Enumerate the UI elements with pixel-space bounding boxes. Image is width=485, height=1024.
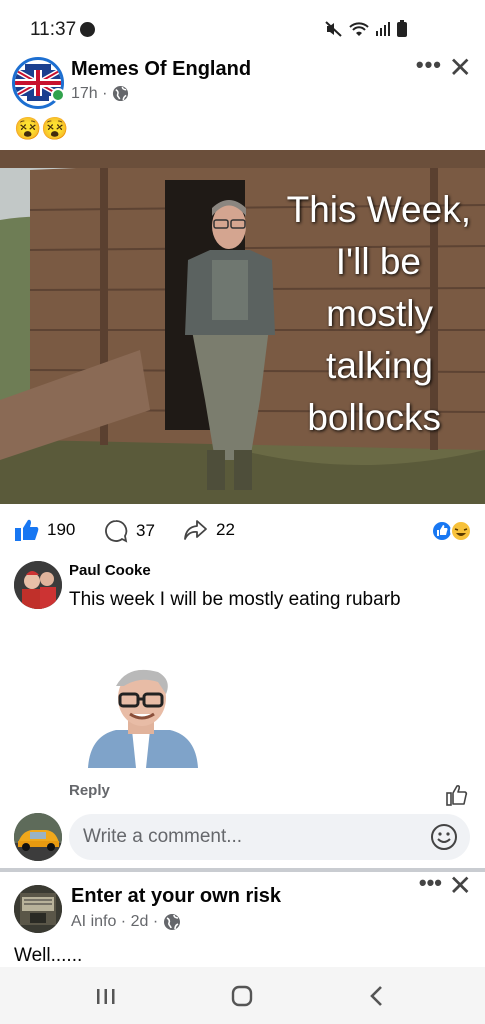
post-header: Memes Of England 17h · ••• ✕ [0,52,485,116]
like-icon [15,519,39,541]
globe-icon [112,85,129,102]
user-avatar[interactable] [14,813,62,861]
post2-text: Well...... [14,945,83,966]
share-icon [184,520,207,540]
post-text: 😵😵 [14,116,69,141]
post2-avatar-image [14,885,62,933]
globe-icon [164,914,180,930]
close-icon[interactable]: ✕ [449,51,472,84]
page-name[interactable]: Memes Of England [71,58,251,81]
post-divider [0,868,485,872]
reply-button[interactable]: Reply [69,782,110,799]
comment-stat[interactable]: 37 [104,519,155,543]
mute-icon [325,20,343,42]
android-nav-bar [0,967,485,1024]
facebook-icon [80,22,95,37]
avatar-sticker [80,664,202,768]
post-time[interactable]: 17h · [71,85,107,103]
post2-avatar[interactable] [14,885,62,933]
comment-input[interactable] [83,826,413,848]
post2-meta[interactable]: AI info · 2d · [71,913,158,931]
post2-page-name[interactable]: Enter at your own risk [71,885,281,908]
reaction-summary[interactable] [431,520,473,547]
post-image[interactable]: This Week, I'll be mostly talking bolloc… [0,150,485,504]
wifi-icon [349,21,369,42]
more-options-button[interactable]: ••• [416,52,442,78]
reaction-icons [431,520,472,542]
like-count: 190 [47,520,76,539]
like-outline-icon[interactable] [446,784,468,806]
status-icons [325,20,407,42]
status-bar: 11:37 [0,0,485,56]
comment-icon [105,520,128,543]
comment-author[interactable]: Paul Cooke [69,562,151,579]
battery-icon [397,20,407,42]
post2-close-icon[interactable]: ✕ [449,869,472,902]
avatar-photo [14,561,62,609]
signal-icon [375,21,391,42]
post2-more-options-button[interactable]: ••• [419,870,442,896]
car-avatar-photo [14,813,62,861]
comment-count: 37 [136,521,155,540]
share-stat[interactable]: 22 [183,519,235,541]
recent-apps-icon[interactable] [92,983,120,1009]
share-count: 22 [216,520,235,539]
like-stat[interactable]: 190 [15,519,75,541]
emoji-icon[interactable] [430,823,458,851]
comment-text: This week I will be mostly eating rubarb [69,589,401,610]
sticker-image [88,669,198,768]
commenter-avatar[interactable] [14,561,62,609]
back-icon[interactable] [364,983,392,1009]
comment-box[interactable] [69,814,470,860]
status-time: 11:37 [30,19,77,40]
home-icon[interactable] [228,983,256,1009]
online-status-dot [51,88,65,102]
image-caption: This Week, I'll be mostly talking bolloc… [286,189,471,438]
reactions-row: 190 37 22 [0,510,485,550]
